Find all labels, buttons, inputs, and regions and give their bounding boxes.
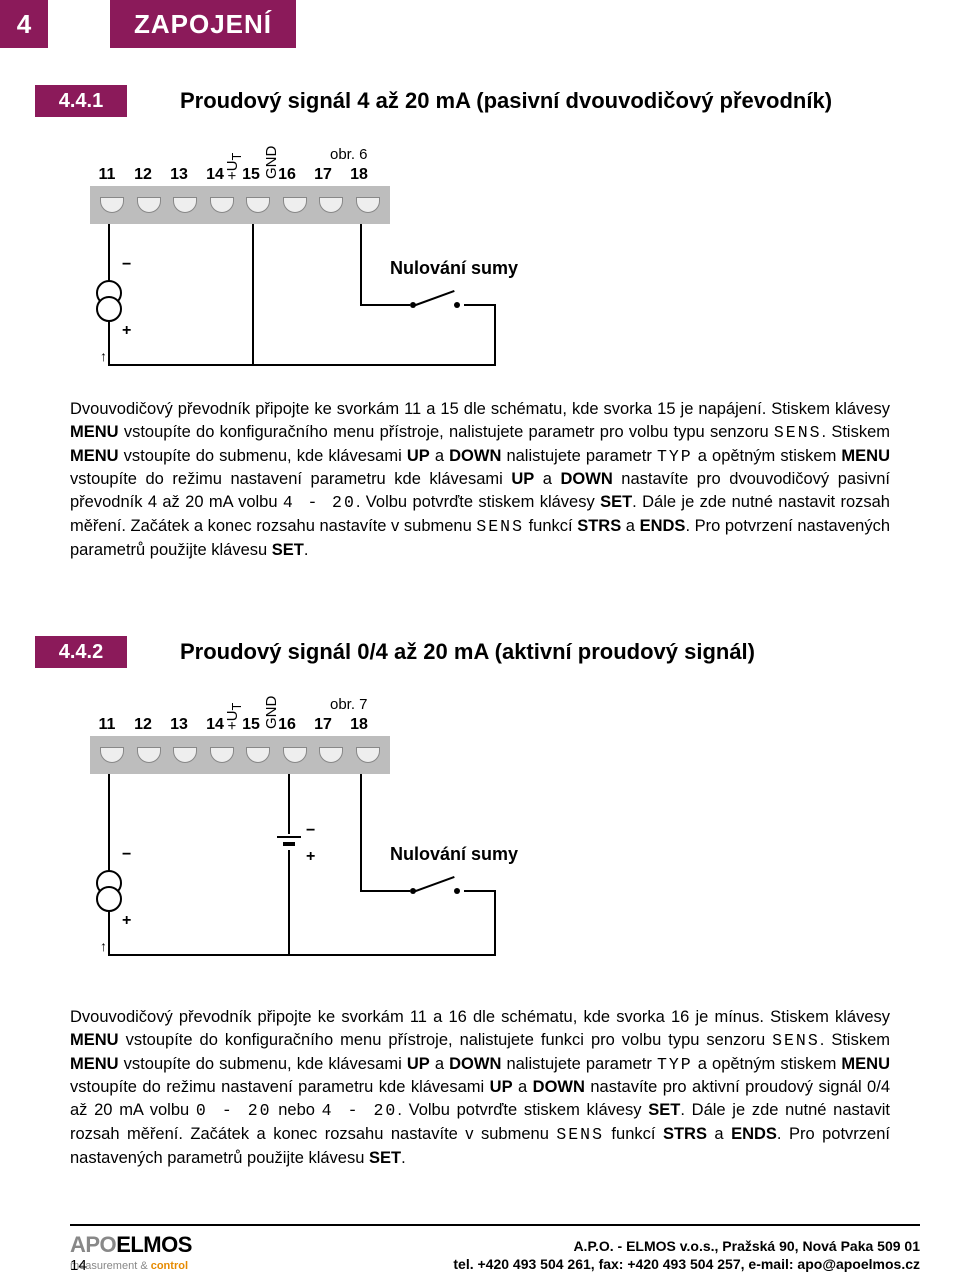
current-arrow: ↑I [100,938,111,954]
pin-numbers: 11 12 13 14 15 16 17 18 [94,716,372,734]
current-source-symbol [92,870,126,920]
switch-symbol [410,290,470,320]
page-number: 14 [70,1257,87,1274]
logo-apoelmos: APOELMOS [70,1232,192,1258]
section-number-441: 4.4.1 [35,85,127,117]
pin-numbers: 11 12 13 14 15 16 17 18 [94,166,372,184]
minus-sign: − [122,256,131,274]
plus-sign: + [122,912,131,930]
terminal-block [90,736,390,774]
chapter-number: 4 [0,0,48,48]
page-footer: APOELMOS measurement & control A.P.O. - … [0,1224,960,1276]
minus-sign: − [122,846,131,864]
figure-label-6: obr. 6 [330,146,368,163]
chapter-title: ZAPOJENÍ [110,0,296,48]
diagram-obr7: +UT GND obr. 7 11 12 13 14 15 16 17 18 −… [70,680,890,980]
section-title-441: Proudový signál 4 až 20 mA (pasivní dvou… [180,88,832,114]
diagram-obr6: +UT GND obr. 6 11 12 13 14 15 16 17 18 −… [70,130,890,390]
current-arrow: ↑I [100,348,111,364]
terminal-block [90,186,390,224]
section-title-442: Proudový signál 0/4 až 20 mA (aktivní pr… [180,639,755,665]
footer-rule [70,1224,920,1226]
plus-sign: + [122,322,131,340]
current-source-symbol [92,280,126,330]
footer-address: A.P.O. - ELMOS v.o.s., Pražská 90, Nová … [573,1238,920,1254]
body-text-441: Dvouvodičový převodník připojte ke svork… [70,398,890,561]
body-text-442: Dvouvodičový převodník připojte ke svork… [70,1006,890,1169]
battery-symbol [274,836,304,846]
logo-subtitle: measurement & control [70,1260,188,1272]
null-sumy-label: Nulování sumy [390,844,518,865]
switch-symbol [410,876,470,906]
minus-sign: − [306,822,315,840]
figure-label-7: obr. 7 [330,696,368,713]
null-sumy-label: Nulování sumy [390,258,518,279]
plus-sign: + [306,848,315,866]
section-number-442: 4.4.2 [35,636,127,668]
footer-contact: tel. +420 493 504 261, fax: +420 493 504… [453,1256,920,1272]
